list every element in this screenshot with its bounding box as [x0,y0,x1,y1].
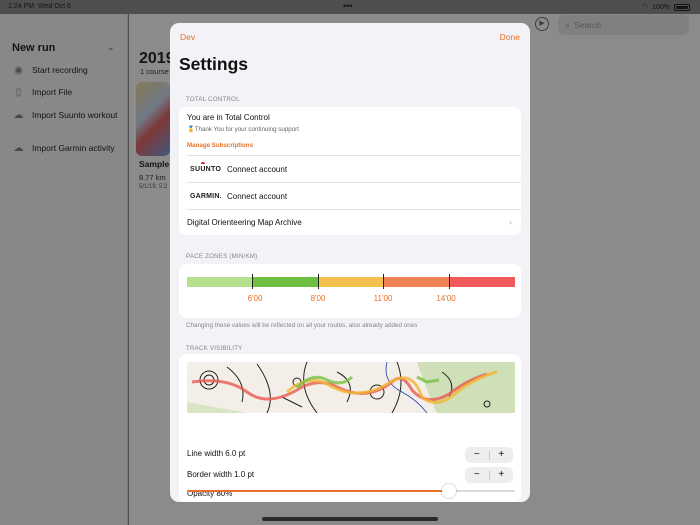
opacity-slider[interactable] [187,484,515,498]
home-indicator[interactable] [262,517,438,521]
pace-zone-label: 8'00 [310,294,326,303]
manage-subscriptions-link[interactable]: Manage Subscriptions [187,142,253,149]
medal-icon: 🥇 [187,126,195,133]
pace-zones-card: 6'00 8'00 11'00 14'00 [179,264,521,318]
pace-zone-4 [383,277,449,287]
settings-sheet: Dev Done Settings TOTAL CONTROL You are … [170,23,530,502]
section-header-total-control: TOTAL CONTROL [186,96,240,103]
track-preview-graphic [187,362,515,413]
section-header-pace-zones: PACE ZONES (MIN/KM) [186,253,258,260]
pace-zone-label: 11'00 [373,294,393,303]
opacity-slider-fill [187,490,450,492]
suunto-logo: SUUNTO [190,162,222,173]
garmin-logo: GARMIN. [190,193,222,200]
border-width-stepper[interactable]: − + [465,467,513,483]
page-title: Settings [179,54,249,74]
track-preview-map [187,362,515,413]
pace-zone-label: 6'00 [247,294,263,303]
minus-icon[interactable]: − [465,467,489,483]
plus-icon[interactable]: + [490,467,514,483]
border-width-label: Border width 1.0 pt [187,470,255,479]
pace-zone-1 [187,277,252,287]
line-width-label: Line width 6.0 pt [187,449,246,458]
pace-zone-handle[interactable] [252,274,253,289]
chevron-right-icon: › [509,217,512,227]
track-visibility-card: Line width 6.0 pt − + Border width 1.0 p… [179,354,521,502]
sheet-nav-bar: Dev Done [170,23,530,51]
pace-zone-handle[interactable] [449,274,450,289]
suunto-connect-label: Connect account [227,165,288,174]
plus-icon[interactable]: + [490,447,514,463]
total-control-status-row: You are in Total Control 🥇Thank You for … [179,107,521,155]
total-control-card: You are in Total Control 🥇Thank You for … [179,107,521,235]
pace-zones-note: Changing these values will be reflected … [186,322,418,329]
pace-zone-3 [318,277,383,287]
garmin-connect-row[interactable]: GARMIN. Connect account [179,183,521,209]
section-header-track-visibility: TRACK VISIBILITY [186,345,243,352]
thanks-label: Thank You for your continuing support [194,126,299,133]
map-archive-row[interactable]: Digital Orienteering Map Archive › [179,210,521,235]
thanks-text: 🥇Thank You for your continuing support [187,125,299,133]
suunto-connect-row[interactable]: SUUNTO Connect account [179,156,521,182]
pace-zone-2 [252,277,318,287]
done-button[interactable]: Done [500,32,520,42]
pace-zone-handle[interactable] [383,274,384,289]
pace-zone-handle[interactable] [318,274,319,289]
pace-zone-label: 14'00 [436,294,456,303]
minus-icon[interactable]: − [465,447,489,463]
total-control-status: You are in Total Control [187,113,270,122]
line-width-stepper[interactable]: − + [465,447,513,463]
garmin-connect-label: Connect account [227,192,288,201]
map-archive-label: Digital Orienteering Map Archive [187,218,302,227]
pace-zone-5 [449,277,515,287]
pace-zone-bar[interactable] [187,277,515,287]
dev-button[interactable]: Dev [180,32,195,42]
